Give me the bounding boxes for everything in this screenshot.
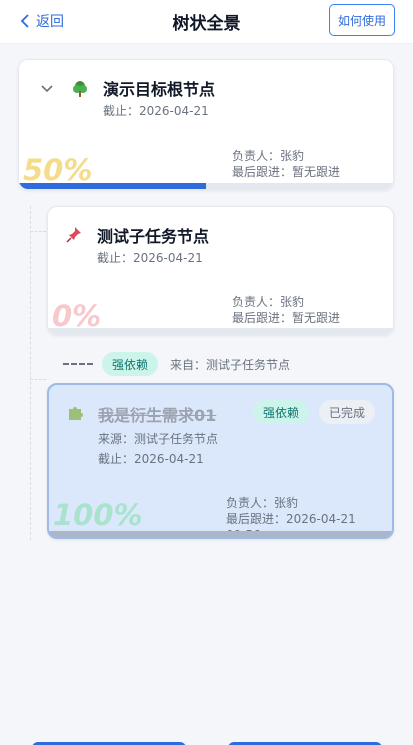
dependency-source-label: 来自：测试子任务节点: [170, 358, 291, 372]
chevron-down-icon[interactable]: [41, 85, 53, 93]
child-progress-bar: [48, 328, 393, 334]
derived-progress-label: 100%: [53, 498, 143, 532]
tree-connector-horizontal: [30, 379, 46, 380]
root-progress-fill: [19, 183, 206, 189]
how-to-use-button[interactable]: 如何使用: [329, 4, 395, 36]
pushpin-icon: [66, 227, 81, 243]
root-progress-label: 50%: [23, 153, 93, 187]
root-title: 演示目标根节点: [103, 80, 216, 99]
top-nav-bar: 返回 树状全景 如何使用: [0, 0, 413, 44]
child-node-card[interactable]: 测试子任务节点 截止：2026-04-21 负责人：张豹 最后跟进：暂无跟进 0…: [47, 206, 394, 335]
child-title: 测试子任务节点: [97, 227, 210, 246]
root-last-follow: 最后跟进：暂无跟进: [232, 165, 341, 179]
tree-connector-vertical: [30, 206, 31, 540]
derived-owner: 负责人：张豹: [226, 496, 299, 510]
tree-connector-horizontal: [30, 231, 46, 232]
root-deadline: 截止：2026-04-21: [103, 104, 209, 118]
tree-icon: [73, 81, 87, 97]
derived-status-badge: 已完成: [319, 400, 376, 424]
derived-progress-bar: [49, 531, 392, 537]
derived-title: 我是衍生需求01: [98, 406, 217, 425]
root-node-card[interactable]: 演示目标根节点 截止：2026-04-21 负责人：张豹 最后跟进：暂无跟进 5…: [18, 59, 394, 190]
derived-source: 来源：测试子任务节点: [98, 432, 219, 446]
root-owner: 负责人：张豹: [232, 149, 305, 163]
derived-node-card[interactable]: 我是衍生需求01 强依赖 已完成 来源：测试子任务节点 截止：2026-04-2…: [47, 383, 394, 539]
derived-dependency-badge: 强依赖: [253, 400, 310, 424]
child-deadline: 截止：2026-04-21: [97, 251, 203, 265]
puzzle-icon: [69, 407, 83, 420]
dependency-dashes: [63, 363, 93, 365]
root-progress-bar: [19, 183, 393, 189]
derived-deadline: 截止：2026-04-21: [98, 452, 204, 466]
child-owner: 负责人：张豹: [232, 295, 305, 309]
child-last-follow: 最后跟进：暂无跟进: [232, 311, 341, 325]
dependency-type-chip: 强依赖: [102, 352, 159, 376]
derived-progress-fill: [49, 531, 392, 537]
